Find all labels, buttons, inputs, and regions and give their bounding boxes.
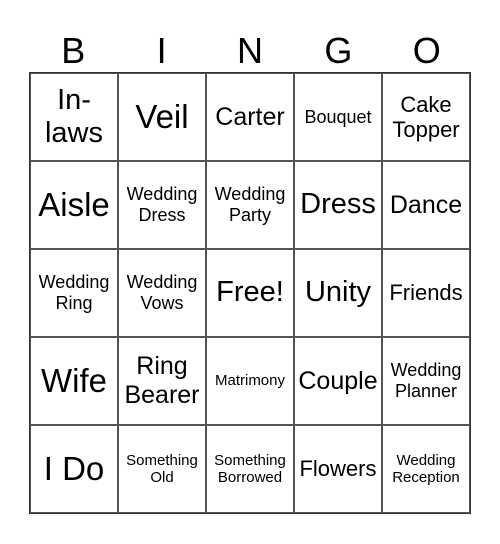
free-space-cell[interactable]: Free! [206,249,294,337]
bingo-header: B I N G O [29,28,471,73]
bingo-cell[interactable]: I Do [30,425,118,513]
bingo-cell[interactable]: Dress [294,161,382,249]
bingo-cell[interactable]: Wife [30,337,118,425]
bingo-cell[interactable]: Matrimony [206,337,294,425]
header-letter-b: B [61,30,86,71]
bingo-grid: In-laws Veil Carter Bouquet Cake Topper … [29,72,471,514]
bingo-cell[interactable]: Friends [382,249,470,337]
bingo-cell[interactable]: Couple [294,337,382,425]
bingo-cell[interactable]: Veil [118,73,206,161]
bingo-cell[interactable]: In-laws [30,73,118,161]
header-letter-i: I [156,30,167,71]
bingo-cell[interactable]: Flowers [294,425,382,513]
bingo-cell[interactable]: Something Borrowed [206,425,294,513]
bingo-cell[interactable]: Carter [206,73,294,161]
bingo-cell[interactable]: Cake Topper [382,73,470,161]
bingo-cell[interactable]: Wedding Ring [30,249,118,337]
bingo-cell[interactable]: Wedding Reception [382,425,470,513]
bingo-cell[interactable]: Unity [294,249,382,337]
bingo-cell[interactable]: Wedding Party [206,161,294,249]
bingo-cell[interactable]: Wedding Planner [382,337,470,425]
header-letter-o: O [412,30,441,71]
bingo-cell[interactable]: Aisle [30,161,118,249]
header-letter-g: G [324,30,353,71]
bingo-cell[interactable]: Bouquet [294,73,382,161]
bingo-cell[interactable]: Wedding Vows [118,249,206,337]
bingo-cell[interactable]: Dance [382,161,470,249]
header-letter-n: N [236,30,263,71]
bingo-cell[interactable]: Something Old [118,425,206,513]
bingo-cell[interactable]: Ring Bearer [118,337,206,425]
bingo-cell[interactable]: Wedding Dress [118,161,206,249]
